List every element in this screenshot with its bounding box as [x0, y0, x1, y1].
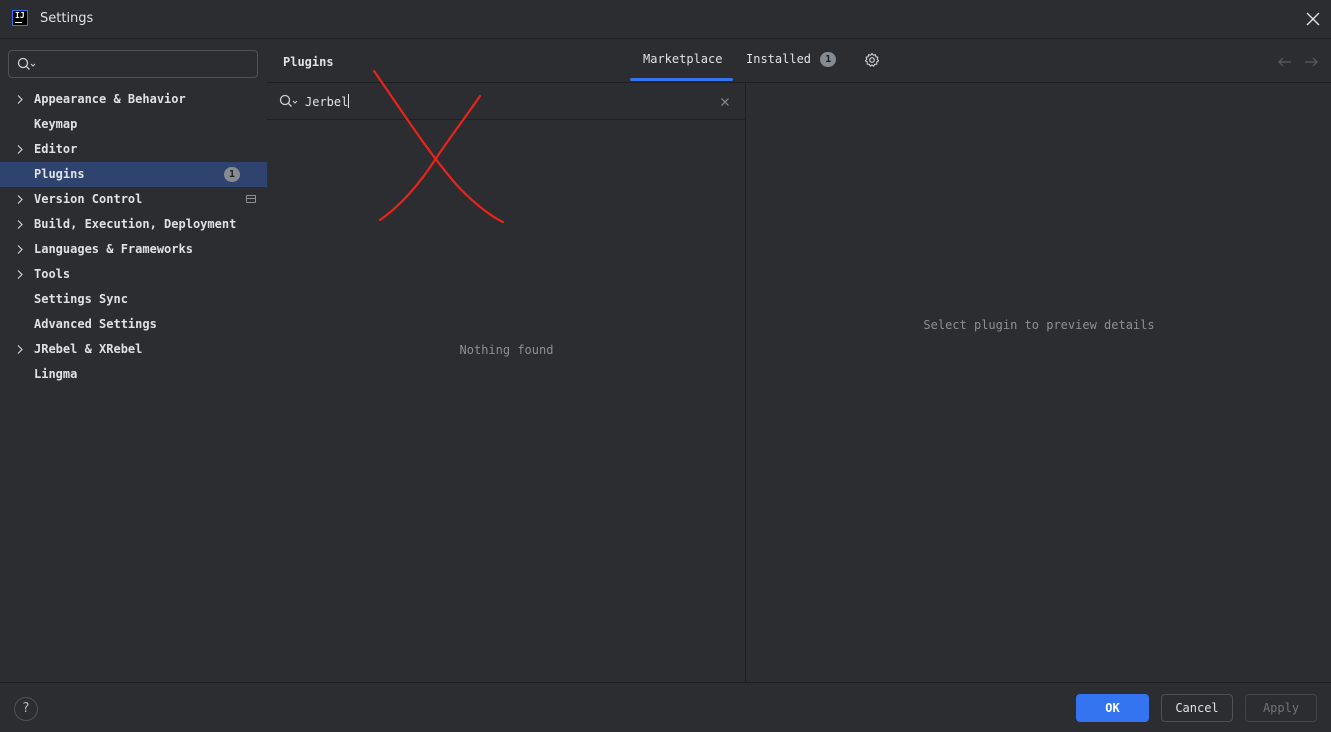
- ok-button[interactable]: OK: [1076, 694, 1149, 722]
- sidebar-item-label: Advanced Settings: [34, 317, 157, 331]
- cancel-button[interactable]: Cancel: [1161, 694, 1233, 722]
- clear-search-icon[interactable]: [719, 96, 731, 108]
- chevron-right-icon[interactable]: [15, 219, 26, 230]
- plugin-list-pane: Jerbel Nothing found: [267, 84, 746, 682]
- settings-search-input[interactable]: [43, 55, 249, 73]
- settings-sidebar: Appearance & Behavior Keymap Editor Plug…: [0, 40, 267, 682]
- dialog-footer: ? OK Cancel Apply: [0, 682, 1331, 732]
- sidebar-item-keymap[interactable]: Keymap: [0, 112, 267, 137]
- settings-search-field[interactable]: [8, 50, 258, 78]
- sidebar-item-version-control[interactable]: Version Control: [0, 187, 267, 212]
- sidebar-item-appearance-behavior[interactable]: Appearance & Behavior: [0, 87, 267, 112]
- empty-results-text: Nothing found: [459, 343, 554, 357]
- intellij-logo-icon: IJ: [12, 10, 28, 26]
- apply-button[interactable]: Apply: [1245, 694, 1317, 722]
- page-title: Plugins: [283, 55, 334, 69]
- plugin-search-field[interactable]: Jerbel: [267, 84, 746, 120]
- plugins-count-badge: 1: [224, 167, 240, 182]
- settings-tree: Appearance & Behavior Keymap Editor Plug…: [0, 87, 267, 387]
- sidebar-item-jrebel-xrebel[interactable]: JRebel & XRebel: [0, 337, 267, 362]
- plugins-panel: Plugins Marketplace Installed 1 Jerbel N…: [267, 40, 1331, 682]
- logo-text: IJ: [15, 11, 25, 20]
- help-button[interactable]: ?: [14, 697, 38, 721]
- chevron-right-icon[interactable]: [15, 269, 26, 280]
- tab-label: Installed: [746, 52, 812, 66]
- arrow-left-icon[interactable]: [1277, 56, 1293, 68]
- plugin-search-input[interactable]: Jerbel: [305, 94, 350, 109]
- title-bar: IJ Settings: [0, 0, 1331, 39]
- plugins-header: Plugins Marketplace Installed 1: [267, 40, 1331, 83]
- chevron-right-icon[interactable]: [15, 194, 26, 205]
- chevron-right-icon[interactable]: [15, 94, 26, 105]
- tab-label: Marketplace: [643, 52, 723, 66]
- sidebar-item-languages-frameworks[interactable]: Languages & Frameworks: [0, 237, 267, 262]
- sidebar-item-label: Languages & Frameworks: [34, 242, 193, 256]
- detail-placeholder-text: Select plugin to preview details: [923, 318, 1155, 332]
- chevron-right-icon[interactable]: [15, 244, 26, 255]
- tab-marketplace[interactable]: Marketplace: [630, 52, 733, 81]
- arrow-right-icon[interactable]: [1303, 56, 1319, 68]
- sidebar-item-tools[interactable]: Tools: [0, 262, 267, 287]
- tab-installed[interactable]: Installed 1: [746, 52, 837, 80]
- text-caret: [348, 94, 350, 108]
- sidebar-item-editor[interactable]: Editor: [0, 137, 267, 162]
- chevron-right-icon[interactable]: [15, 144, 26, 155]
- sidebar-item-label: Editor: [34, 142, 78, 156]
- sidebar-item-lingma[interactable]: Lingma: [0, 362, 267, 387]
- search-icon: [17, 57, 36, 70]
- sidebar-item-label: Plugins: [34, 167, 85, 181]
- sidebar-item-settings-sync[interactable]: Settings Sync: [0, 287, 267, 312]
- sidebar-item-plugins[interactable]: Plugins 1: [0, 162, 267, 187]
- close-icon[interactable]: [1303, 9, 1323, 29]
- sidebar-item-label: Build, Execution, Deployment: [34, 217, 237, 231]
- project-level-icon: [246, 195, 256, 203]
- search-icon: [279, 94, 298, 107]
- plugin-search-value: Jerbel: [305, 95, 349, 109]
- sidebar-item-label: Version Control: [34, 192, 143, 206]
- chevron-right-icon[interactable]: [15, 344, 26, 355]
- sidebar-item-label: Appearance & Behavior: [34, 92, 186, 106]
- sidebar-item-label: Keymap: [34, 117, 78, 131]
- sidebar-item-advanced-settings[interactable]: Advanced Settings: [0, 312, 267, 337]
- plugin-detail-pane: Select plugin to preview details: [747, 84, 1331, 682]
- sidebar-item-label: Lingma: [34, 367, 78, 381]
- sidebar-item-build-execution-deployment[interactable]: Build, Execution, Deployment: [0, 212, 267, 237]
- sidebar-item-label: Settings Sync: [34, 292, 128, 306]
- active-tab-indicator: [630, 78, 733, 81]
- sidebar-item-label: JRebel & XRebel: [34, 342, 143, 356]
- window-title: Settings: [40, 11, 94, 26]
- gear-icon[interactable]: [864, 52, 880, 68]
- installed-count-badge: 1: [820, 52, 837, 67]
- sidebar-item-label: Tools: [34, 267, 71, 281]
